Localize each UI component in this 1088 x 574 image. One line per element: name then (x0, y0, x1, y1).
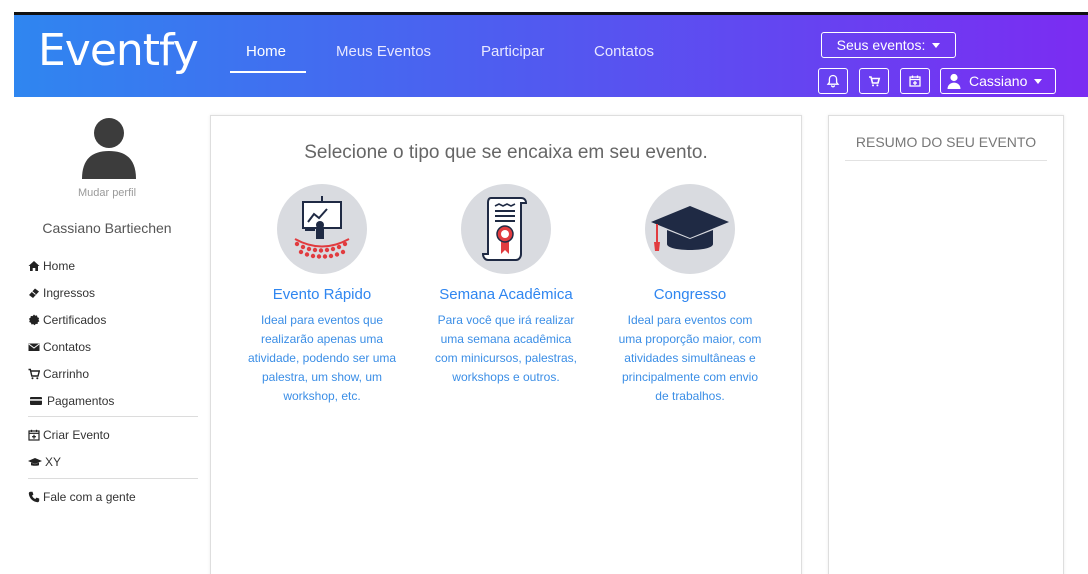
navbar: Eventfy Home Meus Eventos Participar Con… (14, 15, 1088, 97)
nav-active-underline (230, 71, 306, 73)
sidebar-item-criar-evento[interactable]: Criar Evento (28, 427, 110, 443)
sidebar-divider (28, 478, 198, 479)
ticket-icon (29, 288, 39, 298)
cart-button[interactable] (859, 68, 889, 94)
card-description: Ideal para eventos que realizarão apenas… (247, 313, 397, 403)
certificate-icon (28, 314, 40, 326)
events-dropdown[interactable]: Seus eventos: (821, 32, 956, 58)
avatar[interactable] (80, 117, 138, 179)
sidebar-item-label: Ingressos (43, 286, 96, 300)
summary-title: RESUMO DO SEU EVENTO (845, 134, 1047, 161)
card-icon-circle (277, 184, 367, 274)
card-title[interactable]: Evento Rápido (247, 286, 397, 303)
nav-participate[interactable]: Participar (481, 43, 544, 60)
sidebar-item-pagamentos[interactable]: Pagamentos (28, 393, 114, 409)
top-edge (0, 0, 1088, 15)
sidebar: Mudar perfil Cassiano Bartiechen Home In… (14, 97, 200, 574)
card-title[interactable]: Semana Acadêmica (431, 286, 581, 303)
nav-contacts[interactable]: Contatos (594, 43, 654, 60)
graduation-cap-icon (651, 206, 729, 251)
nav-home[interactable]: Home (246, 43, 286, 60)
sidebar-item-certificados[interactable]: Certificados (28, 312, 106, 328)
cart-icon (869, 76, 881, 87)
card-icon-circle (461, 184, 551, 274)
credit-card-icon (30, 397, 42, 405)
event-type-panel: Selecione o tipo que se encaixa em seu e… (210, 115, 802, 574)
calendar-plus-icon (909, 75, 921, 87)
events-dropdown-label: Seus eventos: (836, 37, 926, 53)
event-summary-panel: RESUMO DO SEU EVENTO (828, 115, 1064, 574)
sidebar-divider (28, 416, 198, 417)
card-description: Para você que irá realizar uma semana ac… (434, 313, 578, 384)
change-profile-link[interactable]: Mudar perfil (14, 187, 200, 199)
card-semana-academica[interactable]: Semana Acadêmica Para você que irá reali… (431, 184, 581, 387)
card-evento-rapido[interactable]: Evento Rápido Ideal para eventos que rea… (247, 184, 397, 406)
card-description: Ideal para eventos com uma proporção mai… (618, 313, 762, 403)
create-event-button[interactable] (900, 68, 930, 94)
user-icon (947, 73, 961, 89)
diploma-icon (481, 197, 528, 261)
home-icon (28, 261, 40, 271)
user-dropdown[interactable]: Cassiano (940, 68, 1056, 94)
sidebar-item-label: Contatos (43, 340, 92, 354)
brand-logo[interactable]: Eventfy (38, 25, 199, 76)
sidebar-item-contatos[interactable]: Contatos (28, 339, 91, 355)
chevron-down-icon (1034, 78, 1043, 84)
presentation-icon (294, 196, 350, 259)
sidebar-item-label: Fale com a gente (43, 490, 136, 504)
user-full-name: Cassiano Bartiechen (42, 220, 172, 236)
card-icon-circle (645, 184, 735, 274)
sidebar-item-label: XY (45, 455, 62, 469)
card-title[interactable]: Congresso (615, 286, 765, 303)
bell-icon (826, 74, 840, 88)
sidebar-item-label: Criar Evento (43, 428, 110, 442)
sidebar-item-label: Carrinho (43, 367, 90, 381)
sidebar-item-home[interactable]: Home (28, 258, 75, 274)
sidebar-item-carrinho[interactable]: Carrinho (28, 366, 89, 382)
chevron-down-icon (932, 42, 941, 48)
envelope-icon (28, 343, 40, 351)
sidebar-item-xy[interactable]: XY (28, 454, 61, 470)
card-congresso[interactable]: Congresso Ideal para eventos com uma pro… (615, 184, 765, 406)
sidebar-item-label: Home (43, 259, 76, 273)
sidebar-item-fale-com-a-gente[interactable]: Fale com a gente (28, 489, 136, 505)
calendar-plus-icon (28, 429, 40, 441)
page-title: Selecione o tipo que se encaixa em seu e… (304, 142, 708, 163)
sidebar-item-label: Certificados (43, 313, 107, 327)
notifications-button[interactable] (818, 68, 848, 94)
sidebar-item-ingressos[interactable]: Ingressos (28, 285, 95, 301)
sidebar-item-label: Pagamentos (47, 394, 115, 408)
nav-my-events[interactable]: Meus Eventos (336, 43, 431, 60)
graduation-cap-icon (28, 458, 42, 466)
cart-icon (28, 368, 40, 380)
user-dropdown-label: Cassiano (969, 73, 1028, 89)
phone-icon (28, 491, 40, 503)
